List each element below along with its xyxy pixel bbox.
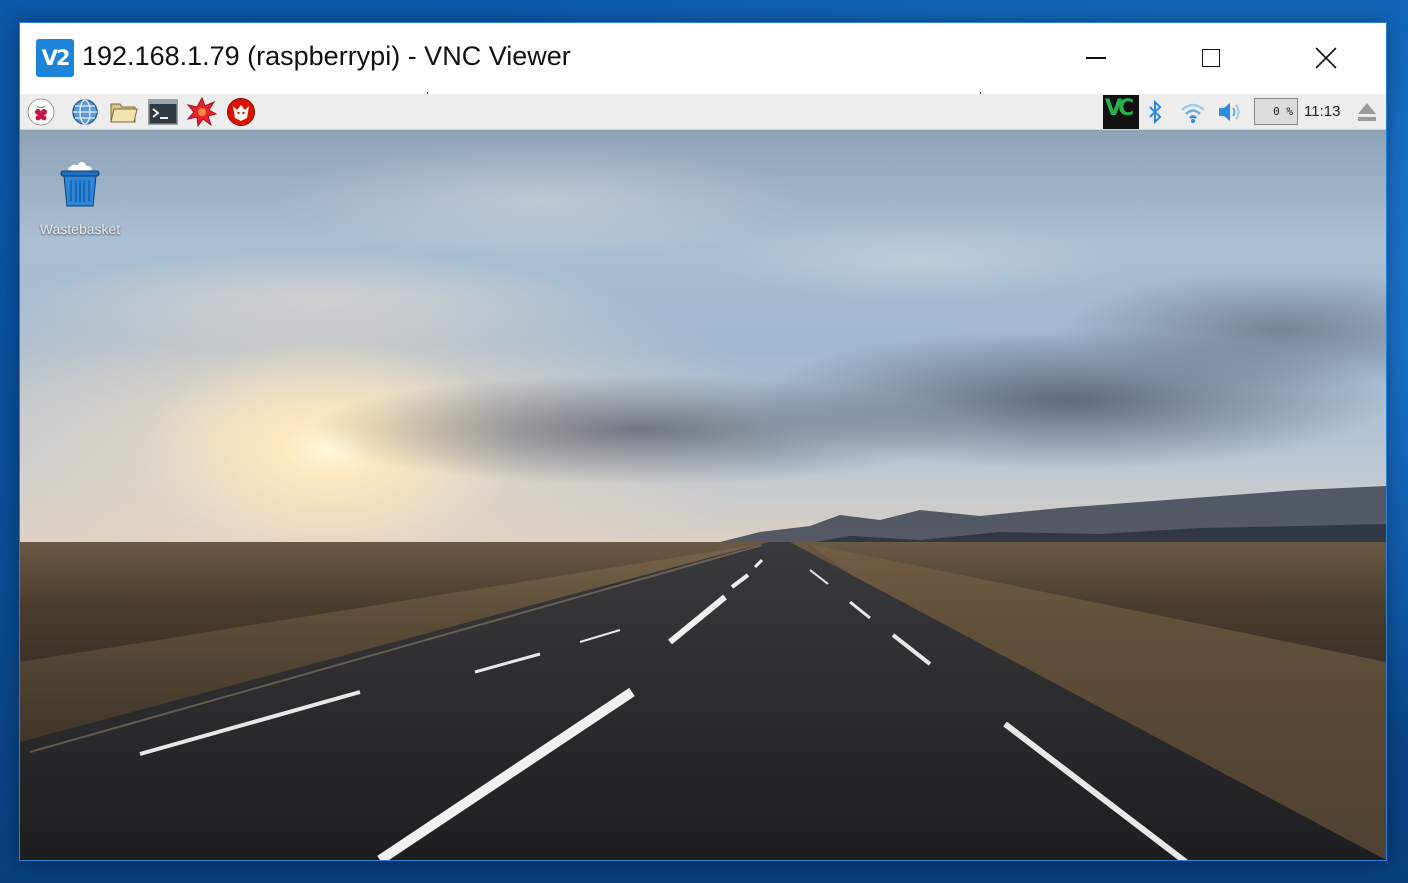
terminal-icon bbox=[148, 99, 178, 125]
mathematica-button[interactable] bbox=[187, 97, 217, 127]
terminal-button[interactable] bbox=[148, 97, 178, 127]
wolfram-icon bbox=[227, 98, 255, 126]
window-title: 192.168.1.79 (raspberrypi) - VNC Viewer bbox=[82, 41, 571, 71]
raspberry-menu-button[interactable] bbox=[26, 97, 56, 127]
wastebasket-icon bbox=[60, 162, 100, 207]
vnc-tray-icon-text: VC bbox=[1105, 96, 1134, 121]
clock[interactable]: 11:13 bbox=[1304, 103, 1340, 120]
maximize-button[interactable] bbox=[1153, 23, 1268, 93]
bluetooth-icon bbox=[1149, 100, 1162, 124]
wallpaper-road bbox=[20, 542, 1386, 860]
desktop-icon-wastebasket[interactable]: Wastebasket bbox=[34, 162, 126, 237]
web-browser-icon bbox=[72, 99, 98, 125]
vnc-server-tray-button[interactable]: VC bbox=[1103, 95, 1139, 129]
remote-desktop-view[interactable]: VC 0 % 11:13 Wastebasket bbox=[20, 94, 1386, 860]
raspberry-pi-taskbar: VC 0 % 11:13 bbox=[20, 94, 1386, 130]
volume-icon bbox=[1219, 103, 1240, 121]
wifi-button[interactable] bbox=[1178, 97, 1208, 127]
file-manager-icon bbox=[110, 103, 138, 123]
maximize-icon bbox=[1201, 49, 1220, 67]
raspberry-menu-icon bbox=[27, 98, 55, 126]
eject-icon bbox=[1358, 103, 1376, 121]
vnc-viewer-window: V2 192.168.1.79 (raspberrypi) - VNC View… bbox=[19, 22, 1387, 861]
close-icon bbox=[1314, 47, 1337, 69]
wolfram-button[interactable] bbox=[226, 97, 256, 127]
title-bar[interactable]: V2 192.168.1.79 (raspberrypi) - VNC View… bbox=[20, 23, 1386, 94]
mathematica-icon bbox=[187, 97, 217, 127]
desktop-icon-label: Wastebasket bbox=[39, 221, 121, 237]
web-browser-button[interactable] bbox=[70, 97, 100, 127]
eject-button[interactable] bbox=[1352, 97, 1382, 127]
minimize-button[interactable] bbox=[1038, 23, 1153, 93]
vnc-server-icon: VC bbox=[1103, 95, 1139, 129]
bluetooth-button[interactable] bbox=[1142, 97, 1168, 127]
wifi-icon bbox=[1181, 103, 1205, 123]
vnc-viewer-app-icon: V2 bbox=[36, 39, 74, 77]
minimize-icon bbox=[1085, 57, 1106, 59]
close-button[interactable] bbox=[1268, 23, 1383, 93]
cpu-usage-monitor[interactable]: 0 % bbox=[1254, 98, 1298, 125]
file-manager-button[interactable] bbox=[109, 97, 139, 127]
volume-button[interactable] bbox=[1216, 97, 1246, 127]
